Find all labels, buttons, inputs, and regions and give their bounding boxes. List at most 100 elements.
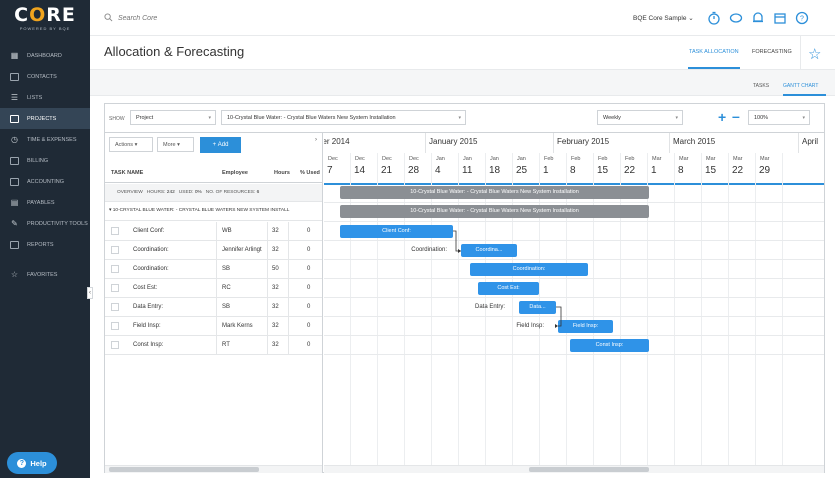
sidebar-item-productivity-tools[interactable]: ✎ PRODUCTIVITY TOOLS bbox=[0, 213, 90, 234]
gantt-scrollbar[interactable] bbox=[324, 465, 824, 473]
project-select[interactable]: 10-Crystal Blue Water: - Crystal Blue Wa… bbox=[221, 110, 466, 125]
scroll-right-icon[interactable]: › bbox=[315, 137, 317, 143]
week-day: 28 bbox=[408, 165, 420, 176]
help-circle-icon[interactable]: ? bbox=[791, 9, 813, 27]
task-bar[interactable]: Coordina... bbox=[461, 244, 517, 257]
sidebar-item-contacts[interactable]: CONTACTS bbox=[0, 66, 90, 87]
sidebar-item-favorites[interactable]: ☆ FAVORITES bbox=[0, 264, 90, 285]
company-selector[interactable]: BQE Core Sample ⌄ bbox=[633, 14, 694, 22]
chevron-down-icon: ▾ bbox=[134, 142, 138, 148]
actions-button[interactable]: Actions ▾ bbox=[109, 137, 153, 152]
calendar-icon[interactable] bbox=[769, 9, 791, 27]
week-day: 14 bbox=[354, 165, 366, 176]
add-button[interactable]: + Add bbox=[200, 137, 241, 153]
accounting-icon bbox=[10, 177, 19, 186]
timeline-divider bbox=[324, 183, 824, 185]
tab-tasks[interactable]: TASKS bbox=[753, 83, 769, 89]
tab-task-allocation[interactable]: TASK ALLOCATION bbox=[689, 49, 739, 55]
project-row[interactable]: ▾ 10-CRYSTAL BLUE WATER: - CRYSTAL BLUE … bbox=[105, 203, 322, 221]
sidebar-item-lists[interactable]: ☰ LISTS bbox=[0, 87, 90, 108]
chat-icon[interactable] bbox=[725, 9, 747, 27]
table-row[interactable]: Cost Est: RC 32 0 bbox=[105, 279, 322, 298]
sidebar-item-label: LISTS bbox=[27, 94, 43, 101]
week-month: Feb bbox=[544, 156, 554, 162]
show-label: SHOW bbox=[109, 116, 125, 122]
row-checkbox[interactable] bbox=[111, 303, 119, 311]
employee: RT bbox=[222, 342, 230, 348]
sidebar-item-time-expenses[interactable]: ◷ TIME & EXPENSES bbox=[0, 129, 90, 150]
show-select[interactable]: Project ▾ bbox=[130, 110, 216, 125]
timer-icon[interactable] bbox=[703, 9, 725, 27]
col-hours[interactable]: Hours bbox=[274, 170, 290, 176]
week-day: 1 bbox=[543, 165, 549, 176]
col-used[interactable]: % Used bbox=[300, 170, 320, 176]
row-checkbox[interactable] bbox=[111, 341, 119, 349]
sidebar-item-projects[interactable]: PROJECTS bbox=[0, 108, 90, 129]
tab-forecasting[interactable]: FORECASTING bbox=[752, 49, 792, 55]
search-input[interactable] bbox=[118, 11, 318, 25]
sidebar-collapse-button[interactable]: ‹ bbox=[87, 287, 93, 299]
task-bar[interactable]: Field Insp: bbox=[558, 320, 613, 333]
row-checkbox[interactable] bbox=[111, 227, 119, 235]
task-table: Actions ▾ More ▾ + Add › TASK NAME Emplo… bbox=[105, 133, 323, 473]
bell-icon[interactable] bbox=[747, 9, 769, 27]
task-name: Cost Est: bbox=[133, 285, 158, 291]
summary-bar[interactable]: 10-Crystal Blue Water: - Crystal Blue Wa… bbox=[340, 205, 649, 218]
row-checkbox[interactable] bbox=[111, 265, 119, 273]
task-bar[interactable]: Client Conf: bbox=[340, 225, 453, 238]
row-line bbox=[324, 259, 824, 260]
sidebar-item-billing[interactable]: BILLING bbox=[0, 150, 90, 171]
task-bar[interactable]: Const Insp: bbox=[570, 339, 649, 352]
clock-icon: ◷ bbox=[11, 134, 18, 144]
payables-icon: ▤ bbox=[10, 197, 19, 207]
task-bar[interactable]: Cost Est: bbox=[478, 282, 539, 295]
scrollbar-thumb[interactable] bbox=[529, 467, 649, 472]
table-row[interactable]: Client Conf: WB 32 0 bbox=[105, 222, 322, 241]
table-row[interactable]: Coordination: Jennifer Arlingt 32 0 bbox=[105, 241, 322, 260]
favorite-star-icon[interactable]: ☆ bbox=[808, 45, 821, 63]
sidebar-item-payables[interactable]: ▤ PAYABLES bbox=[0, 192, 90, 213]
period-select[interactable]: Weekly ▾ bbox=[597, 110, 683, 125]
summary-bar[interactable]: 10-Crystal Blue Water: - Crystal Blue Wa… bbox=[340, 186, 649, 199]
week-day: 22 bbox=[624, 165, 636, 176]
hours: 32 bbox=[272, 247, 279, 253]
show-value: Project bbox=[136, 115, 154, 121]
help-label: Help bbox=[30, 458, 47, 468]
actions-label: Actions bbox=[115, 142, 134, 148]
grid-line bbox=[350, 153, 351, 473]
sidebar-item-accounting[interactable]: ACCOUNTING bbox=[0, 171, 90, 192]
zoom-in-button[interactable]: + bbox=[718, 109, 726, 125]
help-button[interactable]: ? Help bbox=[7, 452, 57, 474]
grid-icon: ▦ bbox=[10, 50, 19, 60]
table-header: TASK NAME Employee Hours % Used bbox=[105, 163, 322, 183]
active-subtab-underline bbox=[783, 94, 826, 96]
row-checkbox[interactable] bbox=[111, 322, 119, 330]
grid-line bbox=[674, 153, 675, 473]
sidebar-item-reports[interactable]: REPORTS bbox=[0, 234, 90, 255]
logo[interactable]: CORE POWERED BY BQE bbox=[0, 0, 90, 38]
sidebar-item-dashboard[interactable]: ▦ DASHBOARD bbox=[0, 45, 90, 66]
col-task-name[interactable]: TASK NAME bbox=[111, 170, 143, 176]
task-bar[interactable]: Data... bbox=[519, 301, 556, 314]
month-label: April bbox=[802, 137, 819, 146]
task-bar[interactable]: Coordination: bbox=[470, 263, 588, 276]
row-checkbox[interactable] bbox=[111, 284, 119, 292]
table-row[interactable]: Field Insp: Mark Kerns 32 0 bbox=[105, 317, 322, 336]
col-employee[interactable]: Employee bbox=[222, 170, 248, 176]
project-value: 10-Crystal Blue Water: - Crystal Blue Wa… bbox=[227, 115, 396, 121]
table-scrollbar[interactable] bbox=[105, 465, 322, 473]
week-column: Dec 28 bbox=[405, 153, 432, 183]
scrollbar-thumb[interactable] bbox=[109, 467, 259, 472]
week-column: Jan 25 bbox=[513, 153, 540, 183]
row-checkbox[interactable] bbox=[111, 246, 119, 254]
more-button[interactable]: More ▾ bbox=[157, 137, 194, 152]
tab-gantt-chart[interactable]: GANTT CHART bbox=[783, 83, 818, 89]
more-label: More bbox=[163, 142, 176, 148]
zoom-select[interactable]: 100% ▾ bbox=[748, 110, 810, 125]
table-row[interactable]: Const Insp: RT 32 0 bbox=[105, 336, 322, 355]
task-outer-label: Data Entry: bbox=[474, 304, 505, 310]
zoom-out-button[interactable]: – bbox=[732, 108, 740, 124]
table-row[interactable]: Data Entry: SB 32 0 bbox=[105, 298, 322, 317]
week-month: Mar bbox=[679, 156, 689, 162]
table-row[interactable]: Coordination: SB 50 0 bbox=[105, 260, 322, 279]
